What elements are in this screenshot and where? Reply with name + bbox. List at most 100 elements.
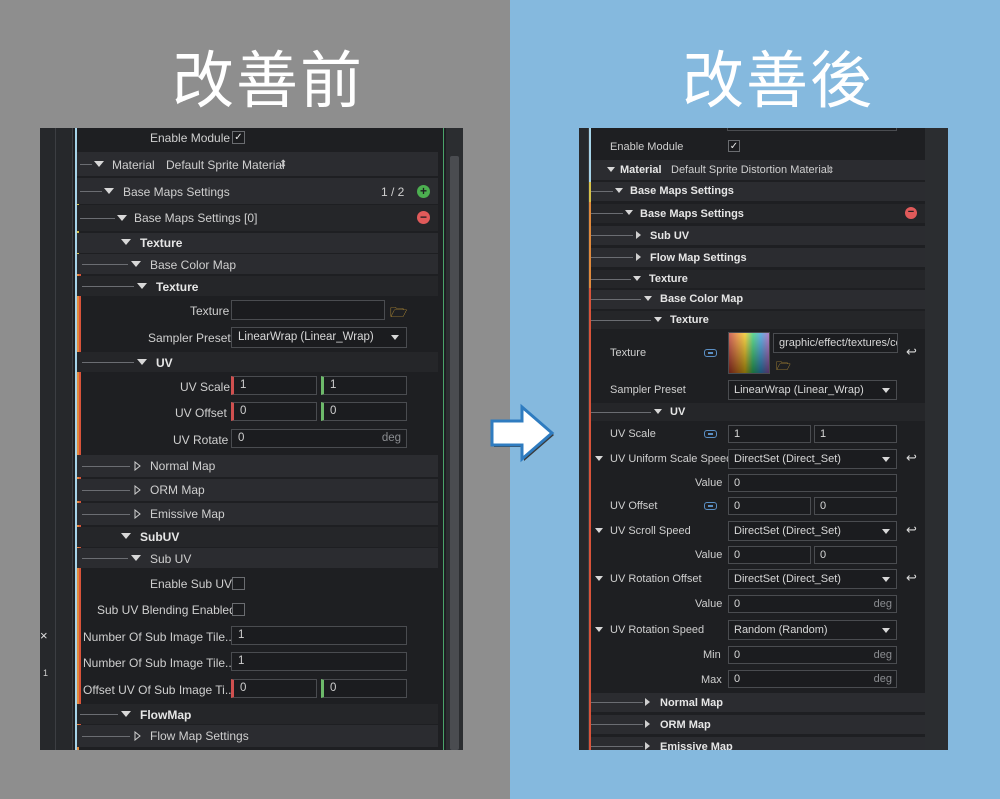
uv-rot-offset-expand-icon[interactable]: [595, 576, 603, 581]
flowmap-expand-icon[interactable]: [121, 711, 131, 717]
material-expand-icon[interactable]: [94, 161, 104, 167]
uv-scale-x-field[interactable]: 1: [728, 425, 811, 443]
offset-uv-label: Offset UV Of Sub Image Ti...: [83, 683, 235, 697]
reset-icon[interactable]: ↩: [906, 450, 917, 466]
material-dropdown-icon[interactable]: ⇕: [279, 159, 287, 170]
sampler-preset-select[interactable]: LinearWrap (Linear_Wrap): [231, 327, 407, 348]
base-maps-count: 1 / 2: [381, 185, 405, 199]
orm-map-expand-icon[interactable]: [134, 485, 141, 495]
scrollbar[interactable]: [925, 128, 948, 750]
emissive-map-row: [591, 737, 925, 750]
texture-field[interactable]: [231, 300, 385, 320]
remove-icon[interactable]: −: [417, 211, 430, 224]
base-color-map-expand-icon[interactable]: [131, 261, 141, 267]
link-icon[interactable]: [704, 430, 717, 438]
emissive-map-expand-icon[interactable]: [645, 742, 650, 750]
offset-uv-y-field[interactable]: 0: [321, 679, 407, 698]
texture-sub-expand-icon[interactable]: [137, 283, 147, 289]
material-expand-icon[interactable]: [607, 167, 615, 172]
subuv-expand-icon[interactable]: [121, 533, 131, 539]
scrollbar[interactable]: [446, 128, 463, 750]
uv-expand-icon[interactable]: [654, 409, 662, 414]
right-arrow-icon: [490, 403, 555, 463]
uv-offset-x-field[interactable]: 0: [231, 402, 317, 421]
sub-uv-blending-label: Sub UV Blending Enabled: [97, 603, 236, 617]
base-maps-expand-icon[interactable]: [104, 188, 114, 194]
remove-icon[interactable]: −: [905, 207, 917, 219]
uv-rotate-field[interactable]: 0 deg: [231, 429, 407, 448]
texture-section-row: [591, 270, 925, 288]
base-maps-inner-expand-icon[interactable]: [625, 210, 633, 215]
num-sub-image-1-field[interactable]: 1: [231, 626, 407, 645]
uv-offset-y-field[interactable]: 0: [321, 402, 407, 421]
folder-icon[interactable]: 🗁: [390, 302, 407, 326]
sub-uv-expand-icon[interactable]: [636, 231, 641, 239]
before-title: 改善前: [172, 44, 365, 117]
material-value[interactable]: Default Sprite Distortion Material: [671, 164, 829, 176]
uv-offset-x-field[interactable]: 0: [728, 497, 811, 515]
base-maps-label: Base Maps Settings: [123, 185, 230, 199]
reset-icon[interactable]: ↩: [906, 570, 917, 586]
reset-icon[interactable]: ↩: [906, 344, 917, 360]
sampler-preset-label: Sampler Preset: [610, 384, 686, 396]
uv-scale-x-field[interactable]: 1: [231, 376, 317, 395]
uv-rot-offset-select[interactable]: DirectSet (Direct_Set): [728, 569, 897, 589]
uv-scroll-y-field[interactable]: 0: [814, 546, 897, 564]
folder-icon[interactable]: 🗁: [776, 357, 791, 378]
flow-map-settings-expand-icon[interactable]: [134, 731, 141, 741]
inspector-panel-before: × 1 Enable Module ✓ Material Default Spr…: [40, 128, 463, 750]
reset-icon[interactable]: ↩: [906, 522, 917, 538]
uv-scale-y-field[interactable]: 1: [321, 376, 407, 395]
uv-rot-speed-expand-icon[interactable]: [595, 627, 603, 632]
material-value[interactable]: Default Sprite Material: [166, 158, 285, 172]
uv-scale-y-field[interactable]: 1: [814, 425, 897, 443]
uv-scroll-x-field[interactable]: 0: [728, 546, 811, 564]
normal-map-label: Normal Map: [150, 459, 216, 473]
texture-preview[interactable]: [728, 332, 770, 374]
uv-expand-icon[interactable]: [137, 359, 147, 365]
uv-section-label: UV: [670, 406, 686, 418]
uv-offset-y-field[interactable]: 0: [814, 497, 897, 515]
uv-uniform-expand-icon[interactable]: [595, 456, 603, 461]
enable-module-checkbox[interactable]: ✓: [728, 140, 740, 152]
uv-offset-label: UV Offset: [175, 406, 227, 420]
orm-map-label: ORM Map: [660, 719, 711, 731]
uv-rot-speed-select[interactable]: Random (Random): [728, 620, 897, 640]
flowmap-section-row: [77, 704, 438, 724]
texture-path-field[interactable]: graphic/effect/textures/colo: [773, 333, 898, 353]
enable-module-checkbox[interactable]: ✓: [232, 131, 245, 144]
normal-map-expand-icon[interactable]: [645, 698, 650, 706]
emissive-map-expand-icon[interactable]: [134, 509, 141, 519]
link-icon[interactable]: [704, 502, 717, 510]
uv-uniform-value-field[interactable]: 0: [728, 474, 897, 492]
normal-map-row: [77, 455, 438, 477]
base-maps-item-expand-icon[interactable]: [117, 215, 127, 221]
uv-uniform-select[interactable]: DirectSet (Direct_Set): [728, 449, 897, 469]
base-color-map-expand-icon[interactable]: [644, 296, 652, 301]
left-gutter: [40, 128, 73, 750]
material-dropdown-icon[interactable]: ⇕: [827, 165, 835, 176]
sub-uv-expand-icon[interactable]: [131, 555, 141, 561]
uv-scroll-select[interactable]: DirectSet (Direct_Set): [728, 521, 897, 541]
flow-map-settings-expand-icon[interactable]: [636, 253, 641, 261]
texture-expand-icon[interactable]: [121, 239, 131, 245]
sampler-preset-select[interactable]: LinearWrap (Linear_Wrap): [728, 380, 897, 400]
enable-sub-uv-checkbox[interactable]: [232, 577, 245, 590]
add-icon[interactable]: +: [417, 185, 430, 198]
material-label: Material: [112, 158, 155, 172]
subuv-section-label: SubUV: [140, 530, 180, 544]
texture-expand-icon[interactable]: [633, 276, 641, 281]
sub-uv-blending-checkbox[interactable]: [232, 603, 245, 616]
max-field[interactable]: 0 deg: [728, 670, 897, 688]
offset-uv-x-field[interactable]: 0: [231, 679, 317, 698]
min-field[interactable]: 0 deg: [728, 646, 897, 664]
close-icon[interactable]: ×: [40, 628, 48, 643]
base-maps-expand-icon[interactable]: [615, 188, 623, 193]
sub-uv-label: Sub UV: [650, 230, 690, 242]
texture-sub-expand-icon[interactable]: [654, 317, 662, 322]
uv-scroll-expand-icon[interactable]: [595, 528, 603, 533]
num-sub-image-2-field[interactable]: 1: [231, 652, 407, 671]
uv-rot-offset-value-field[interactable]: 0 deg: [728, 595, 897, 613]
orm-map-expand-icon[interactable]: [645, 720, 650, 728]
link-icon[interactable]: [704, 349, 717, 357]
